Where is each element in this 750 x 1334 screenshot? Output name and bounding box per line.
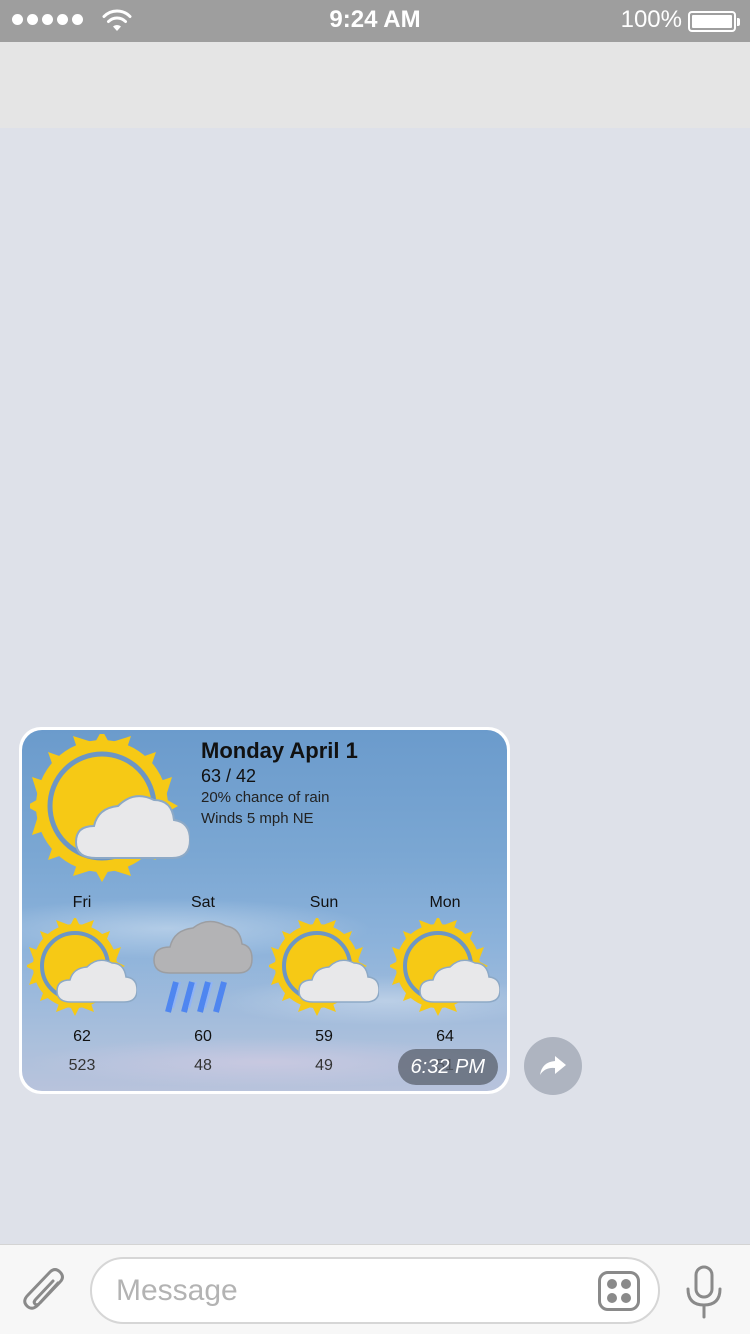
partly-sunny-icon: [27, 918, 137, 1016]
forecast-day-name: Sun: [309, 894, 339, 911]
forecast-high: 64: [436, 1028, 454, 1045]
today-temps: 63 / 42: [201, 766, 257, 786]
forecast-low: 49: [315, 1057, 333, 1074]
sticker-icon[interactable]: [598, 1271, 640, 1311]
forward-arrow-icon: [540, 1056, 566, 1075]
message-composer: [0, 1244, 750, 1334]
message-field[interactable]: [90, 1257, 660, 1324]
partly-sunny-icon: [269, 918, 379, 1016]
navigation-bar: [0, 42, 750, 128]
microphone-icon[interactable]: [683, 1265, 725, 1319]
today-date: Monday April 1: [201, 738, 358, 763]
forecast-day-name: Fri: [72, 894, 92, 911]
paperclip-icon[interactable]: [20, 1265, 68, 1317]
wind-info: Winds 5 mph NE: [201, 810, 314, 827]
partly-sunny-icon: [390, 918, 500, 1016]
forecast-high: 62: [73, 1028, 91, 1045]
forecast-day: Mon 64: [386, 894, 504, 1075]
forecast-day-name: Sat: [190, 894, 215, 911]
share-button[interactable]: [524, 1037, 582, 1095]
status-bar: 9:24 AM 100%: [0, 0, 750, 42]
forecast-day-name: Mon: [429, 894, 461, 911]
weather-card[interactable]: Monday April 1 63 / 42 20% chance of rai…: [22, 730, 507, 1091]
forecast-day: Sat 60 48: [144, 894, 262, 1075]
battery-percentage: 100%: [620, 6, 682, 33]
message-timestamp: 6:32 PM: [397, 1049, 498, 1085]
forecast-low: 48: [194, 1057, 212, 1074]
rain-icon: [153, 920, 253, 1013]
rain-chance: 20% chance of rain: [201, 789, 330, 806]
forecast-day: Sun 59 49: [265, 894, 383, 1075]
forecast-low: 523: [68, 1057, 96, 1074]
forecast-high: 60: [194, 1028, 212, 1045]
battery-icon: [688, 11, 740, 32]
message-input[interactable]: [116, 1271, 576, 1311]
weather-message-bubble[interactable]: Monday April 1 63 / 42 20% chance of rai…: [19, 727, 510, 1094]
forecast-day: Fri 62 523: [23, 894, 141, 1075]
forecast-high: 59: [315, 1028, 333, 1045]
today-summary: Monday April 1 63 / 42 20% chance of rai…: [201, 738, 358, 829]
partly-sunny-icon: [30, 734, 190, 882]
